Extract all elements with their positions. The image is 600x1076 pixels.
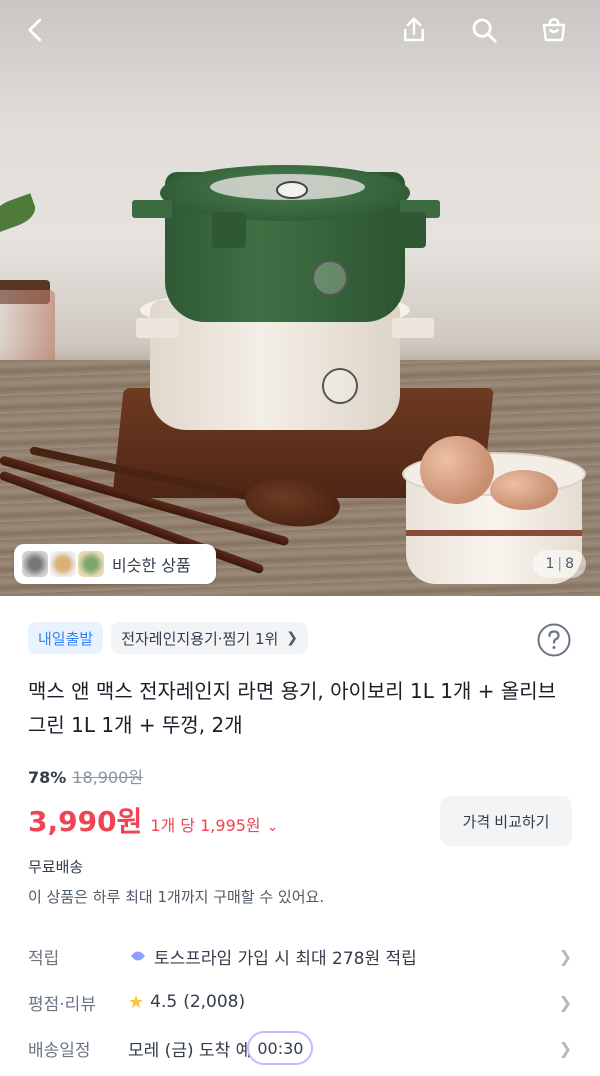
image-logo-badge bbox=[322, 368, 358, 404]
search-icon bbox=[472, 18, 497, 43]
price-compare-button[interactable]: 가격 비교하기 bbox=[440, 796, 572, 846]
points-value: 토스프라임 가입 시 최대 278원 적립 bbox=[154, 948, 417, 969]
image-ivory-handle bbox=[392, 318, 434, 338]
cart-button[interactable] bbox=[534, 10, 574, 50]
gallery-total-pages: 8 bbox=[565, 556, 574, 572]
share-icon bbox=[404, 17, 424, 42]
rating-score: 4.5 bbox=[150, 992, 178, 1012]
product-image-gallery[interactable] bbox=[0, 0, 600, 596]
original-price: 18,900원 bbox=[72, 768, 144, 787]
ranking-tag[interactable]: 전자레인지용기·찜기 1위 ❯ bbox=[111, 622, 309, 654]
chevron-right-icon: ❯ bbox=[558, 1038, 572, 1058]
delivery-schedule-group: 모레 (금) 도착 예 00:30 bbox=[128, 1031, 556, 1065]
delivery-schedule-row[interactable]: 배송일정 모레 (금) 도착 예 00:30 ❯ bbox=[28, 1030, 572, 1066]
image-leaf bbox=[0, 193, 40, 233]
image-egg bbox=[420, 436, 494, 504]
similar-products-label: 비슷한 상품 bbox=[112, 556, 191, 575]
unit-price[interactable]: 1개 당 1,995원 bbox=[150, 812, 260, 836]
similar-products-button[interactable]: 비슷한 상품 bbox=[14, 544, 216, 584]
delivery-schedule-value: 모레 (금) 도착 예 bbox=[128, 1040, 252, 1061]
rating-label: 평점·리뷰 bbox=[28, 994, 96, 1015]
points-row[interactable]: 적립 토스프라임 가입 시 최대 278원 적립 ❯ bbox=[28, 938, 572, 974]
countdown-timer: 00:30 bbox=[247, 1031, 314, 1065]
image-lid-knob bbox=[276, 181, 308, 199]
chevron-left-icon bbox=[28, 18, 42, 42]
chevron-down-icon[interactable]: ⌄ bbox=[267, 819, 279, 835]
product-title: 맥스 앤 맥스 전자레인지 라면 용기, 아이보리 1L 1개 + 올리브그린 … bbox=[28, 679, 557, 737]
review-count: (2,008) bbox=[183, 992, 246, 1012]
share-button[interactable] bbox=[394, 10, 434, 50]
purchase-limit-notice: 이 상품은 하루 최대 1개까지 구매할 수 있어요. bbox=[28, 888, 325, 906]
points-value-group: 토스프라임 가입 시 최대 278원 적립 bbox=[128, 944, 556, 969]
image-lid-clip bbox=[212, 212, 246, 248]
chevron-right-icon: ❯ bbox=[558, 992, 572, 1012]
gallery-current-page: 1 bbox=[545, 556, 555, 572]
ranking-tag-label: 전자레인지용기·찜기 1위 bbox=[121, 629, 279, 648]
image-ivory-handle bbox=[136, 318, 178, 338]
price-row: 3,990원 1개 당 1,995원 ⌄ bbox=[28, 800, 278, 840]
similar-thumb-dish bbox=[50, 551, 76, 577]
toss-prime-icon bbox=[131, 951, 145, 961]
gallery-page-separator: | bbox=[557, 556, 563, 572]
back-button[interactable] bbox=[16, 10, 56, 50]
star-icon: ★ bbox=[128, 991, 145, 1013]
delivery-tag: 내일출발 bbox=[28, 622, 104, 654]
product-tags: 내일출발 전자레인지용기·찜기 1위 ❯ bbox=[28, 622, 309, 654]
image-egg bbox=[490, 470, 558, 510]
image-green-handle bbox=[132, 200, 172, 218]
shipping-info: 무료배송 bbox=[28, 858, 84, 876]
search-button[interactable] bbox=[464, 10, 504, 50]
rating-row[interactable]: 평점·리뷰 ★ 4.5 (2,008) ❯ bbox=[28, 984, 572, 1020]
discount-row: 78% 18,900원 bbox=[28, 764, 143, 788]
gallery-page-indicator: 1 | 8 bbox=[533, 550, 586, 578]
rating-value-group: ★ 4.5 (2,008) bbox=[128, 992, 556, 1013]
similar-thumb-food bbox=[78, 551, 104, 577]
chevron-right-icon: ❯ bbox=[286, 630, 299, 646]
discount-rate: 78% bbox=[28, 768, 67, 787]
delivery-schedule-label: 배송일정 bbox=[28, 1040, 91, 1061]
similar-thumb-pot bbox=[22, 551, 48, 577]
image-bowl-stripe bbox=[406, 530, 582, 536]
image-lid-clip bbox=[392, 212, 426, 248]
chevron-right-icon: ❯ bbox=[558, 946, 572, 966]
points-label: 적립 bbox=[28, 948, 60, 969]
question-circle-icon bbox=[537, 623, 571, 657]
image-wall bbox=[0, 0, 600, 120]
sale-price: 3,990원 bbox=[28, 805, 143, 838]
shopping-bag-icon bbox=[542, 18, 566, 42]
help-button[interactable] bbox=[536, 622, 572, 658]
image-logo-badge bbox=[312, 260, 348, 296]
